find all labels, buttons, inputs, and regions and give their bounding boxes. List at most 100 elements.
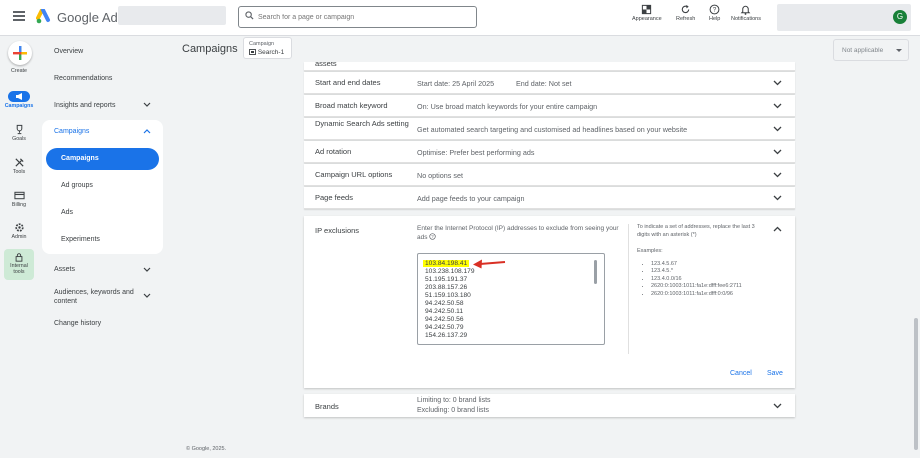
- ip-exclusions-title: IP exclusions: [315, 226, 360, 235]
- chevron-down-icon[interactable]: [773, 195, 782, 201]
- settings-row-brands[interactable]: Brands Limiting to: 0 brand lists Exclud…: [304, 394, 795, 417]
- chevron-down-icon[interactable]: [773, 126, 782, 132]
- nav-recommendations[interactable]: Recommendations: [54, 75, 112, 82]
- chevron-down-icon[interactable]: [143, 293, 151, 299]
- help-icon: ?: [709, 4, 720, 15]
- nav-campaigns-group[interactable]: Campaigns: [54, 128, 89, 135]
- app-title: Google Ads: [57, 10, 125, 25]
- refresh-button[interactable]: Refresh: [676, 4, 695, 22]
- save-button[interactable]: Save: [767, 370, 783, 377]
- brands-limiting: Limiting to: 0 brand lists: [417, 397, 491, 404]
- rail-label-tools: Tools: [12, 169, 26, 175]
- help-icon[interactable]: ?: [429, 233, 436, 240]
- ip-address: 94.242.50.79: [425, 324, 464, 331]
- appearance-button[interactable]: Appearance: [632, 4, 662, 22]
- end-date-value: End date: Not set: [516, 79, 572, 88]
- chevron-down-icon[interactable]: [773, 403, 782, 409]
- ip-address: 94.242.50.11: [425, 308, 464, 315]
- chevron-down-icon[interactable]: [773, 103, 782, 109]
- appearance-label: Appearance: [632, 16, 662, 22]
- search-input[interactable]: [258, 10, 468, 24]
- svg-text:?: ?: [432, 234, 435, 239]
- menu-icon[interactable]: [13, 11, 25, 21]
- rail-item-tools[interactable]: Tools: [0, 157, 38, 175]
- dropdown-arrow-icon: [896, 49, 902, 52]
- settings-row-assets: assets: [304, 62, 795, 71]
- account-name-redacted[interactable]: [118, 6, 226, 25]
- settings-row-value: No options set: [417, 171, 463, 180]
- notifications-button[interactable]: Notifications: [731, 4, 761, 22]
- rail-create-label: Create: [11, 68, 27, 74]
- nav-audiences-keywords-content[interactable]: Audiences, keywords and content: [54, 288, 140, 306]
- nav-insights-reports[interactable]: Insights and reports: [54, 102, 115, 109]
- ip-exclusions-description: Enter the Internet Protocol (IP) address…: [417, 225, 619, 241]
- lock-icon: [15, 253, 23, 262]
- example-item: 2620:0:1003:1011:fa1e:dfff:fee6:2711: [651, 283, 769, 291]
- campaign-selector[interactable]: Campaign Search-1: [243, 37, 292, 59]
- rail-label-internal-tools: Internal tools: [10, 263, 28, 275]
- gear-icon: [14, 223, 24, 232]
- rail-item-goals[interactable]: Goals: [0, 124, 38, 142]
- nav-ads[interactable]: Ads: [61, 209, 73, 216]
- account-info-redacted[interactable]: [777, 4, 911, 31]
- panel-divider: [628, 224, 629, 354]
- nav-overview[interactable]: Overview: [54, 48, 83, 55]
- chevron-down-icon[interactable]: [143, 102, 151, 108]
- chevron-down-icon[interactable]: [773, 172, 782, 178]
- settings-row-campaign-url-options[interactable]: Campaign URL options No options set: [304, 164, 795, 186]
- nav-experiments[interactable]: Experiments: [61, 236, 100, 243]
- nav-ad-groups[interactable]: Ad groups: [61, 182, 93, 189]
- help-button[interactable]: ? Help: [709, 4, 720, 22]
- nav-change-history[interactable]: Change history: [54, 320, 101, 327]
- example-item: 2620:0:1003:1011:fa1e:dfff:0:0/96: [651, 291, 769, 299]
- textarea-scrollbar[interactable]: [594, 260, 597, 284]
- settings-row-label: assets: [315, 62, 337, 68]
- chevron-down-icon[interactable]: [143, 267, 151, 273]
- start-date-value: Start date: 25 April 2025: [417, 79, 495, 88]
- rail-item-billing[interactable]: Billing: [0, 190, 38, 208]
- settings-row-ad-rotation[interactable]: Ad rotation Optimise: Prefer best perfor…: [304, 141, 795, 163]
- settings-row-dynamic-search-ads[interactable]: Dynamic Search Ads setting Get automated…: [304, 118, 795, 140]
- refresh-icon: [681, 4, 690, 14]
- footer-copyright: © Google, 2025.: [186, 446, 227, 452]
- page-scrollbar[interactable]: [914, 318, 918, 450]
- example-item: 123.4.5.67: [651, 261, 769, 269]
- cancel-button[interactable]: Cancel: [730, 370, 752, 377]
- avatar[interactable]: G: [893, 10, 907, 24]
- settings-row-value: Add page feeds to your campaign: [417, 194, 525, 203]
- create-button[interactable]: [8, 41, 32, 65]
- settings-row-broad-match[interactable]: Broad match keyword On: Use broad match …: [304, 95, 795, 117]
- settings-row-start-end-dates[interactable]: Start and end dates Start date: 25 April…: [304, 72, 795, 94]
- examples-title: Examples:: [637, 248, 663, 254]
- megaphone-icon: [16, 93, 22, 100]
- rail-label-campaigns: Campaigns: [4, 103, 34, 109]
- segment-select[interactable]: Not applicable: [833, 39, 909, 61]
- nav-assets[interactable]: Assets: [54, 266, 75, 273]
- ip-addresses-textarea[interactable]: 103.84.198.41 103.238.108.179 51.195.191…: [417, 253, 605, 345]
- chevron-up-icon[interactable]: [773, 226, 782, 232]
- appearance-icon: [642, 4, 652, 15]
- google-ads-logo[interactable]: [36, 9, 54, 24]
- campaign-selector-value: Search-1: [249, 49, 284, 56]
- rail-label-admin: Admin: [11, 234, 27, 240]
- rail-item-internal-tools-content[interactable]: Internal tools: [0, 252, 38, 275]
- ip-address: 51.195.191.37: [425, 276, 468, 283]
- segment-select-value: Not applicable: [842, 47, 884, 54]
- search-box[interactable]: [238, 6, 477, 28]
- settings-row-page-feeds[interactable]: Page feeds Add page feeds to your campai…: [304, 187, 795, 209]
- example-item: 123.4.5.*: [651, 268, 769, 276]
- red-arrow-annotation-icon: [473, 259, 506, 269]
- settings-row-value: Optimise: Prefer best performing ads: [417, 148, 535, 157]
- rail-item-admin[interactable]: Admin: [0, 222, 38, 240]
- chevron-down-icon[interactable]: [773, 149, 782, 155]
- ip-exclusions-panel: IP exclusions Enter the Internet Protoco…: [304, 216, 795, 388]
- settings-row-label: Start and end dates: [315, 78, 381, 87]
- nav-campaigns[interactable]: Campaigns: [46, 148, 159, 170]
- chevron-down-icon[interactable]: [773, 80, 782, 86]
- ip-address: 94.242.50.56: [425, 316, 464, 323]
- page-title: Campaigns: [182, 43, 238, 55]
- chevron-up-icon[interactable]: [143, 128, 151, 134]
- ip-address-list: 103.84.198.41 103.238.108.179 51.195.191…: [423, 260, 475, 340]
- rail-item-campaigns[interactable]: Campaigns: [0, 91, 38, 109]
- notifications-label: Notifications: [731, 16, 761, 22]
